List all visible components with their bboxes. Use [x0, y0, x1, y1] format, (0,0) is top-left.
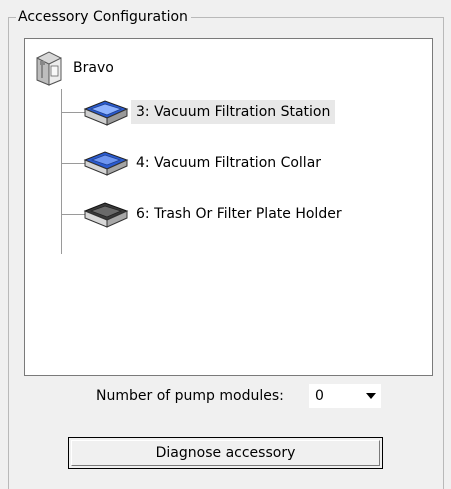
chevron-down-icon[interactable]: [361, 384, 381, 408]
tree-node-trash-or-filter-plate-holder[interactable]: 6: Trash Or Filter Plate Holder: [81, 197, 347, 231]
pump-modules-value: 0: [315, 388, 324, 404]
bravo-device-icon: [33, 50, 65, 86]
pump-modules-label: Number of pump modules:: [96, 388, 284, 404]
tree-node-label: 3: Vacuum Filtration Station: [131, 100, 336, 124]
tree-node-vacuum-filtration-collar[interactable]: 4: Vacuum Filtration Collar: [81, 146, 326, 180]
diagnose-accessory-button[interactable]: Diagnose accessory: [68, 437, 383, 469]
filter-plate-holder-icon: [81, 197, 131, 231]
accessory-tree-view[interactable]: Bravo 3: Vacuum Filtration Station 4: Va…: [24, 38, 433, 376]
tree-node-label: 6: Trash Or Filter Plate Holder: [136, 206, 342, 222]
tree-node-bravo[interactable]: Bravo: [33, 50, 119, 86]
group-title: Accessory Configuration: [16, 8, 191, 26]
vacuum-filtration-collar-icon: [81, 146, 131, 180]
pump-modules-dropdown[interactable]: 0: [309, 384, 381, 408]
accessory-configuration-panel: Accessory Configuration Bravo 3: Vacuum …: [0, 0, 451, 489]
tree-node-label: Bravo: [73, 60, 114, 76]
tree-node-vacuum-filtration-station[interactable]: 3: Vacuum Filtration Station: [81, 95, 336, 129]
tree-connector-vertical: [61, 89, 62, 254]
vacuum-filtration-station-icon: [81, 95, 131, 129]
tree-node-label: 4: Vacuum Filtration Collar: [136, 155, 322, 171]
diagnose-accessory-label: Diagnose accessory: [155, 445, 296, 461]
